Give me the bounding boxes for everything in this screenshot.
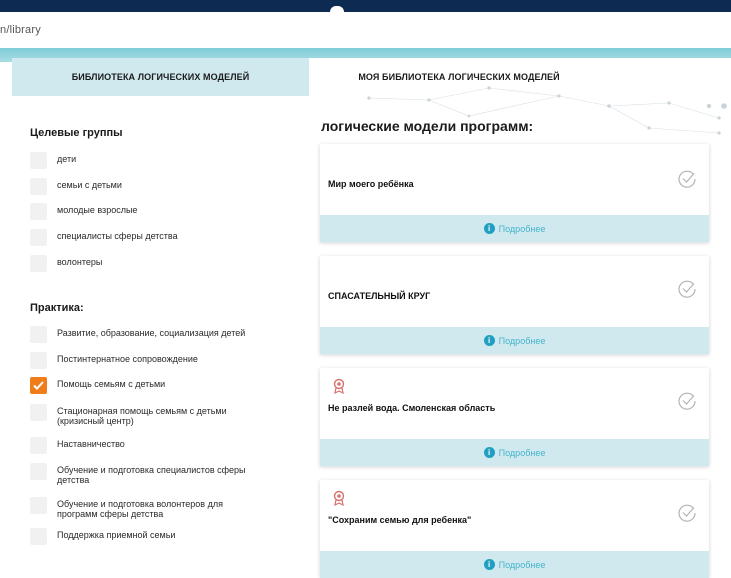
more-button[interactable]: i Подробнее: [320, 551, 709, 578]
filter-semi-s-detmi[interactable]: семьи с детьми: [30, 178, 292, 195]
filter-label: волонтеры: [57, 257, 103, 267]
target-groups-title: Целевые группы: [30, 127, 123, 139]
more-button[interactable]: i Подробнее: [320, 215, 709, 242]
checkbox[interactable]: [30, 437, 47, 454]
filter-label: Развитие, образование, социализация дете…: [57, 328, 246, 338]
program-card[interactable]: "Сохраним семью для ребенка" i Подробнее: [320, 480, 709, 578]
award-icon: [333, 378, 345, 394]
check-circle-icon[interactable]: [677, 169, 697, 189]
program-card-title[interactable]: Не разлей вода. Смоленская область: [328, 403, 495, 413]
checkbox[interactable]: [30, 229, 47, 246]
more-button[interactable]: i Подробнее: [320, 439, 709, 466]
page-title: логические модели программ:: [321, 118, 534, 134]
filter-obuchenie-volonterov[interactable]: Обучение и подготовка волонтеров для про…: [30, 497, 262, 519]
program-card-title[interactable]: СПАСАТЕЛЬНЫЙ КРУГ: [328, 291, 430, 301]
checkbox[interactable]: [30, 178, 47, 195]
program-card[interactable]: Не разлей вода. Смоленская область i Под…: [320, 368, 709, 466]
checkbox[interactable]: [30, 404, 47, 421]
checkbox-checked[interactable]: [30, 377, 47, 394]
filter-molodye-vzroslye[interactable]: молодые взрослые: [30, 203, 292, 220]
tab-my-library-label: МОЯ БИБЛИОТЕКА ЛОГИЧЕСКИХ МОДЕЛЕЙ: [358, 72, 560, 82]
filter-deti[interactable]: дети: [30, 152, 292, 169]
filter-label: молодые взрослые: [57, 205, 138, 215]
filter-label: Поддержка приемной семьи: [57, 530, 176, 540]
practice-title: Практика:: [30, 302, 84, 314]
checkbox[interactable]: [30, 497, 47, 514]
more-label: Подробнее: [498, 223, 546, 234]
filter-razvitie[interactable]: Развитие, образование, социализация дете…: [30, 326, 292, 343]
browser-top-strip: [0, 0, 731, 12]
checkbox[interactable]: [30, 326, 47, 343]
more-label: Подробнее: [498, 335, 546, 346]
filter-pomosch-semyam[interactable]: Помощь семьям с детьми: [30, 377, 292, 394]
program-card[interactable]: Мир моего ребёнка i Подробнее: [320, 144, 709, 242]
checkmark-icon: [33, 381, 44, 390]
filter-label: семьи с детьми: [57, 180, 122, 190]
address-url[interactable]: n/library: [0, 24, 41, 36]
info-icon: i: [483, 559, 495, 570]
checkbox[interactable]: [30, 152, 47, 169]
filter-label: специалисты сферы детства: [57, 231, 178, 241]
filter-nastavnichestvo[interactable]: Наставничество: [30, 437, 292, 454]
checkbox[interactable]: [30, 528, 47, 545]
info-icon: i: [483, 447, 495, 458]
filter-obuchenie-specialistov[interactable]: Обучение и подготовка специалистов сферы…: [30, 463, 267, 485]
more-button[interactable]: i Подробнее: [320, 327, 709, 354]
program-card-title[interactable]: Мир моего ребёнка: [328, 179, 414, 189]
info-icon: i: [483, 223, 495, 234]
more-label: Подробнее: [498, 447, 546, 458]
check-circle-icon[interactable]: [677, 279, 697, 299]
filter-label: Обучение и подготовка волонтеров для про…: [57, 499, 223, 519]
tab-library[interactable]: БИБЛИОТЕКА ЛОГИЧЕСКИХ МОДЕЛЕЙ: [12, 58, 309, 96]
filter-label: Обучение и подготовка специалистов сферы…: [57, 465, 246, 485]
address-bar[interactable]: n/library: [0, 12, 731, 49]
filter-label: дети: [57, 154, 77, 164]
program-card-title[interactable]: "Сохраним семью для ребенка": [328, 515, 471, 525]
filter-podderzhka-priemnoy[interactable]: Поддержка приемной семьи: [30, 528, 292, 545]
filter-label: Наставничество: [57, 439, 125, 449]
more-label: Подробнее: [498, 559, 546, 570]
filter-postinternatnoe[interactable]: Постинтернатное сопровождение: [30, 352, 292, 369]
filter-label: Постинтернатное сопровождение: [57, 354, 198, 364]
checkbox[interactable]: [30, 203, 47, 220]
check-circle-icon[interactable]: [677, 503, 697, 523]
tab-my-library[interactable]: МОЯ БИБЛИОТЕКА ЛОГИЧЕСКИХ МОДЕЛЕЙ: [309, 58, 609, 96]
checkbox[interactable]: [30, 255, 47, 272]
checkbox[interactable]: [30, 463, 47, 480]
award-icon: [333, 490, 345, 506]
tab-library-label: БИБЛИОТЕКА ЛОГИЧЕСКИХ МОДЕЛЕЙ: [71, 72, 250, 82]
filter-volontery[interactable]: волонтеры: [30, 255, 292, 272]
info-icon: i: [483, 335, 495, 346]
program-card[interactable]: СПАСАТЕЛЬНЫЙ КРУГ i Подробнее: [320, 256, 709, 354]
filter-label: Помощь семьям с детьми: [57, 379, 166, 389]
check-circle-icon[interactable]: [677, 391, 697, 411]
filter-specialisty[interactable]: специалисты сферы детства: [30, 229, 292, 246]
filter-stacionarnaya[interactable]: Стационарная помощь семьям с детьми (кри…: [30, 404, 257, 426]
checkbox[interactable]: [30, 352, 47, 369]
filter-label: Стационарная помощь семьям с детьми (кри…: [57, 406, 227, 426]
